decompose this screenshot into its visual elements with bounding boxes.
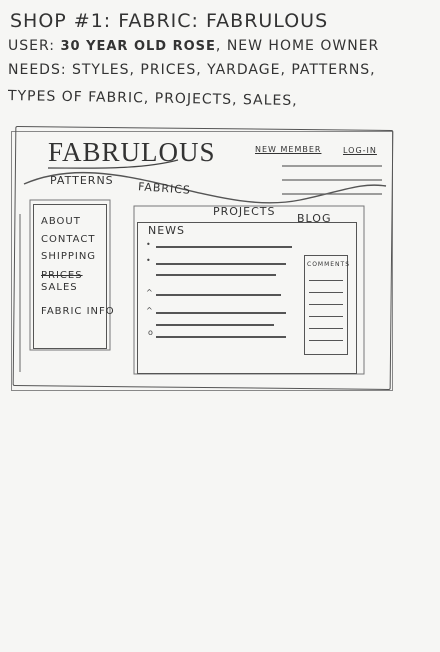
- news-bullet: •: [146, 240, 151, 249]
- news-title: NEWS: [148, 224, 186, 237]
- news-line: [156, 324, 274, 326]
- comment-line: [309, 340, 343, 341]
- comment-line: [309, 292, 343, 293]
- news-line: [156, 246, 292, 248]
- wireframe-logo: FABRULOUS: [48, 137, 216, 167]
- sidebar-item-about[interactable]: ABOUT: [41, 216, 81, 227]
- news-bullet: ^: [146, 306, 153, 315]
- sidebar-item-prices-crossed[interactable]: PRICES: [41, 270, 83, 281]
- comment-line: [309, 328, 343, 329]
- comment-line: [309, 304, 343, 305]
- news-line: [156, 263, 286, 265]
- log-in-link[interactable]: LOG-IN: [343, 146, 377, 155]
- nav-patterns[interactable]: PATTERNS: [50, 174, 114, 187]
- nav-projects[interactable]: PROJECTS: [213, 205, 276, 218]
- comments-title: COMMENTS: [307, 261, 351, 268]
- news-bullet: o: [148, 328, 153, 337]
- news-line: [156, 336, 286, 338]
- sidebar-item-sales[interactable]: SALES: [41, 282, 78, 293]
- comment-line: [309, 280, 343, 281]
- new-member-link[interactable]: NEW MEMBER: [255, 145, 321, 154]
- news-line: [156, 274, 276, 276]
- sidebar-item-shipping[interactable]: SHIPPING: [41, 251, 96, 262]
- news-line: [156, 294, 281, 296]
- news-line: [156, 312, 286, 314]
- news-bullet: ^: [146, 288, 153, 297]
- sidebar-item-contact[interactable]: CONTACT: [41, 234, 95, 245]
- sidebar-item-fabric-info[interactable]: FABRIC INFO: [41, 306, 115, 317]
- news-bullet: •: [146, 256, 151, 265]
- comment-line: [309, 316, 343, 317]
